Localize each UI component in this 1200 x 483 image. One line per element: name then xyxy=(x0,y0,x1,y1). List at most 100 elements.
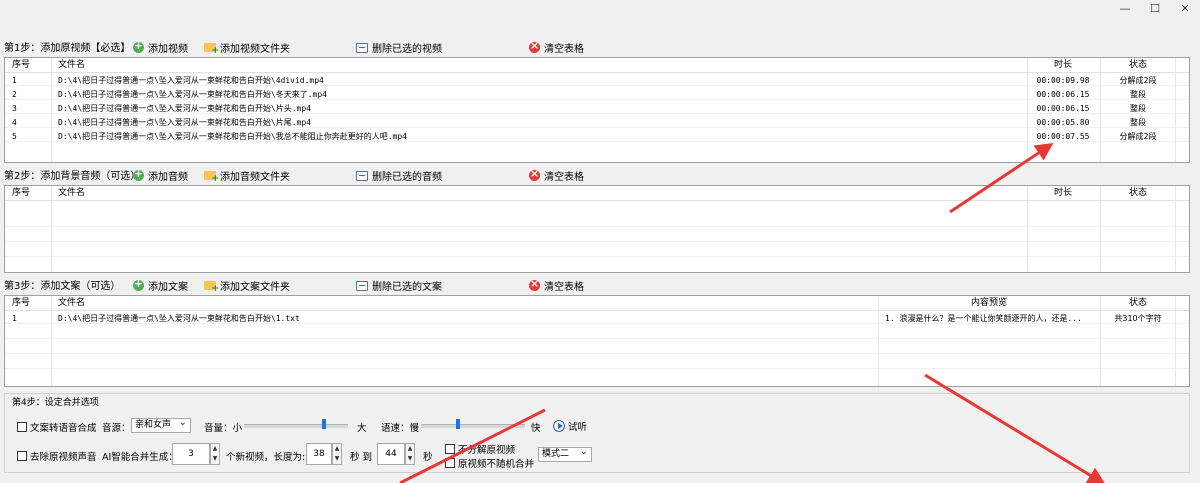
audio-table[interactable]: 序号 文件名 时长 状态 xyxy=(4,185,1190,273)
folder-add-icon xyxy=(204,281,219,294)
cell-index: 1 xyxy=(12,314,17,323)
checkbox-box xyxy=(445,444,455,454)
col-divider xyxy=(1175,296,1176,386)
up-icon[interactable]: ▲ xyxy=(333,444,341,454)
col-header-duration[interactable]: 时长 xyxy=(1027,58,1099,72)
up-icon[interactable]: ▲ xyxy=(211,444,219,454)
add-icon xyxy=(133,277,144,291)
slider-thumb[interactable] xyxy=(322,419,326,429)
down-icon[interactable]: ▼ xyxy=(333,454,341,464)
folder-add-icon xyxy=(204,171,219,184)
col-header-status[interactable]: 状态 xyxy=(1101,186,1175,200)
clear-audio-label: 清空表格 xyxy=(544,172,584,183)
col-header-filename[interactable]: 文件名 xyxy=(55,186,455,200)
step4-label: 第4步：设定合并选项 xyxy=(10,395,101,408)
empty-row xyxy=(5,328,1189,339)
table-row[interactable]: 3 D:\4\把日子过得普通一点\坠入爱河从一束鲜花和告白开始\片头.mp4 00:… xyxy=(5,103,1189,114)
cell-status: 整段 xyxy=(1130,118,1146,127)
cell-index: 4 xyxy=(12,118,17,127)
delete-selected-audio-button[interactable]: 删除已选的音频 xyxy=(356,168,442,183)
down-icon[interactable]: ▼ xyxy=(211,454,219,464)
table-row[interactable]: 1 D:\4\把日子过得普通一点\坠入爱河从一束鲜花和告白开始\1.txt 1.… xyxy=(5,313,1189,324)
empty-row xyxy=(5,343,1189,354)
add-audio-label: 添加音频 xyxy=(148,172,188,183)
col-header-status[interactable]: 状态 xyxy=(1101,296,1175,310)
clear-text-table-button[interactable]: 清空表格 xyxy=(529,277,584,293)
mode-select[interactable]: 模式二 xyxy=(538,445,592,462)
col-header-index[interactable]: 序号 xyxy=(9,186,53,200)
cell-status: 整段 xyxy=(1130,90,1146,99)
add-video-button[interactable]: 添加视频 xyxy=(133,39,188,55)
no-random-checkbox[interactable]: 原视频不随机合并 xyxy=(445,456,534,470)
clear-icon xyxy=(529,277,540,291)
col-header-index[interactable]: 序号 xyxy=(9,296,53,310)
table-row[interactable]: 1 D:\4\把日子过得普通一点\坠入爱河从一束鲜花和告白开始\4divid.mp… xyxy=(5,75,1189,86)
col-header-duration[interactable]: 时长 xyxy=(1027,186,1099,200)
min-length-stepper[interactable]: ▲ ▼ xyxy=(332,443,342,465)
cell-filename: D:\4\把日子过得普通一点\坠入爱河从一束鲜花和告白开始\片尾.mp4 xyxy=(58,118,311,127)
clear-video-table-button[interactable]: 清空表格 xyxy=(529,39,584,55)
col-header-status[interactable]: 状态 xyxy=(1101,58,1175,72)
clear-icon xyxy=(529,167,540,181)
table-row[interactable]: 5 D:\4\把日子过得普通一点\坠入爱河从一束鲜花和告白开始\我总不能阻止你奔赴… xyxy=(5,131,1189,142)
header-divider xyxy=(5,72,1189,73)
table-row[interactable]: 2 D:\4\把日子过得普通一点\坠入爱河从一束鲜花和告白开始\冬天来了.mp4 0… xyxy=(5,89,1189,100)
table-row[interactable]: 4 D:\4\把日子过得普通一点\坠入爱河从一束鲜花和告白开始\片尾.mp4 00:… xyxy=(5,117,1189,128)
cell-filename: D:\4\把日子过得普通一点\坠入爱河从一束鲜花和告白开始\1.txt xyxy=(58,314,300,323)
voice-select[interactable]: 亲和女声 xyxy=(131,416,191,433)
col-divider xyxy=(51,296,52,386)
play-icon xyxy=(553,420,565,432)
video-count-input[interactable]: 3 xyxy=(172,443,210,465)
add-text-button[interactable]: 添加文案 xyxy=(133,277,188,293)
col-header-preview[interactable]: 内容预览 xyxy=(879,296,1099,310)
maximize-button[interactable]: ☐ xyxy=(1140,0,1170,18)
empty-row xyxy=(5,358,1189,369)
delete-video-label: 删除已选的视频 xyxy=(372,44,442,55)
voice-label: 音源： xyxy=(102,423,131,434)
col-header-index[interactable]: 序号 xyxy=(9,58,53,72)
speed-slider[interactable] xyxy=(421,419,525,429)
min-length-input[interactable]: 38 xyxy=(306,443,332,465)
clear-audio-table-button[interactable]: 清空表格 xyxy=(529,167,584,183)
add-video-label: 添加视频 xyxy=(148,44,188,55)
delete-selected-text-button[interactable]: 删除已选的文案 xyxy=(356,278,442,293)
speed-label: 语速：慢 xyxy=(381,423,420,434)
cell-duration: 00:00:06.15 xyxy=(1036,104,1090,113)
col-divider xyxy=(1100,186,1101,272)
minimize-button[interactable]: — xyxy=(1110,0,1140,18)
add-video-folder-button[interactable]: 添加视频文件夹 xyxy=(204,40,290,56)
tts-checkbox[interactable]: 文案转语音合成 xyxy=(17,420,97,434)
add-icon xyxy=(133,167,144,181)
max-length-stepper[interactable]: ▲ ▼ xyxy=(405,443,415,465)
col-divider xyxy=(1027,186,1028,272)
up-icon[interactable]: ▲ xyxy=(406,444,414,454)
remove-sound-checkbox[interactable]: 去除原视频声音 xyxy=(17,449,97,463)
add-audio-folder-label: 添加音频文件夹 xyxy=(220,172,290,183)
delete-selected-video-button[interactable]: 删除已选的视频 xyxy=(356,40,442,55)
delete-text-label: 删除已选的文案 xyxy=(372,282,442,293)
count-stepper[interactable]: ▲ ▼ xyxy=(210,443,220,465)
text-table[interactable]: 序号 文件名 内容预览 状态 1 D:\4\把日子过得普通一点\坠入爱河从一束鲜… xyxy=(4,295,1190,387)
add-text-folder-button[interactable]: 添加文案文件夹 xyxy=(204,278,290,294)
close-button[interactable]: ✕ xyxy=(1170,0,1200,18)
down-icon[interactable]: ▼ xyxy=(406,454,414,464)
col-header-filename[interactable]: 文件名 xyxy=(55,58,455,72)
col-divider xyxy=(878,296,879,386)
preview-button[interactable]: 试听 xyxy=(553,419,587,433)
col-divider xyxy=(51,186,52,272)
max-length-input[interactable]: 44 xyxy=(377,443,405,465)
col-header-filename[interactable]: 文件名 xyxy=(55,296,455,310)
cell-status: 分解成2段 xyxy=(1119,76,1157,85)
cell-status: 分解成2段 xyxy=(1119,132,1157,141)
slider-thumb[interactable] xyxy=(456,419,460,429)
video-table[interactable]: 序号 文件名 时长 状态 1 D:\4\把日子过得普通一点\坠入爱河从一束鲜花和告… xyxy=(4,57,1190,163)
cell-duration: 00:00:05.80 xyxy=(1036,118,1090,127)
add-text-label: 添加文案 xyxy=(148,282,188,293)
add-audio-button[interactable]: 添加音频 xyxy=(133,167,188,183)
cell-filename: D:\4\把日子过得普通一点\坠入爱河从一束鲜花和告白开始\4divid.mp4 xyxy=(58,76,324,85)
volume-slider[interactable] xyxy=(244,419,348,429)
empty-row xyxy=(5,231,1189,242)
delete-audio-label: 删除已选的音频 xyxy=(372,172,442,183)
add-audio-folder-button[interactable]: 添加音频文件夹 xyxy=(204,168,290,184)
no-split-checkbox[interactable]: 不分解原视频 xyxy=(445,442,515,456)
